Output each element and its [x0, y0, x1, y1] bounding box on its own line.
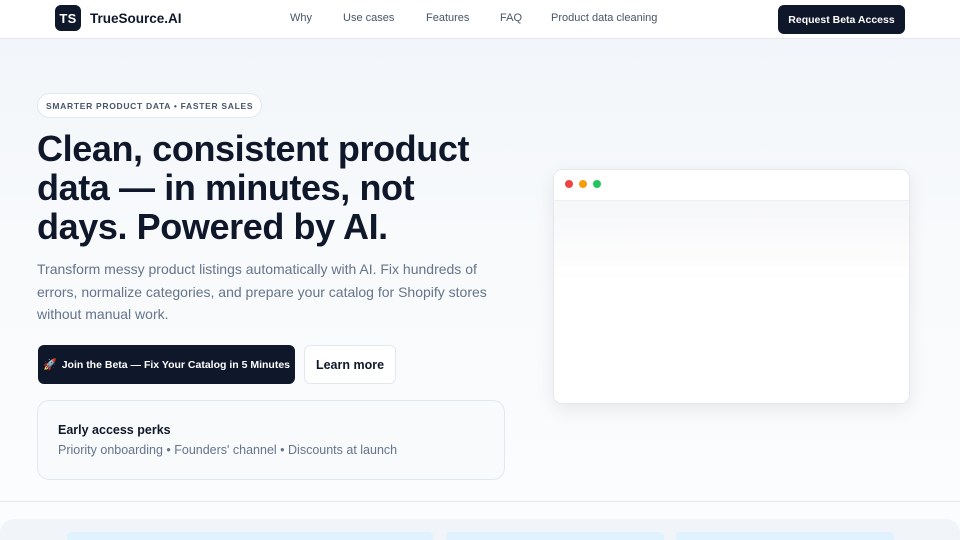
- feature-card: [446, 532, 664, 540]
- hero-badge: SMARTER PRODUCT DATA • FASTER SALES: [37, 93, 263, 118]
- browser-mockup: [553, 169, 910, 404]
- window-maximize-dot: [593, 180, 601, 188]
- hero-title-line: data — in minutes, not: [37, 167, 415, 208]
- join-beta-label: Join the Beta — Fix Your Catalog in 5 Mi…: [61, 358, 290, 371]
- section-divider: [0, 501, 960, 502]
- nav-link-use-cases[interactable]: Use cases: [343, 12, 394, 24]
- learn-more-button[interactable]: Learn more: [304, 345, 396, 384]
- window-minimize-dot: [579, 180, 587, 188]
- browser-title-bar: [554, 170, 909, 201]
- hero-subtitle: Transform messy product listings automat…: [37, 261, 487, 322]
- nav-link-product-data-cleaning[interactable]: Product data cleaning: [551, 12, 657, 24]
- rocket-icon: 🚀: [42, 359, 57, 371]
- nav-link-features[interactable]: Features: [426, 12, 469, 24]
- hero-title-line: Clean, consistent product: [37, 128, 470, 169]
- feature-card: [676, 532, 894, 540]
- hero-title-line: days. Powered by AI.: [37, 206, 388, 247]
- nav-link-faq[interactable]: FAQ: [500, 12, 522, 24]
- join-beta-button[interactable]: 🚀 Join the Beta — Fix Your Catalog in 5 …: [38, 345, 295, 384]
- top-navbar: TS TrueSource.AI Why Use cases Features …: [0, 0, 960, 39]
- nav-link-why[interactable]: Why: [290, 12, 312, 24]
- early-access-perks-card: Early access perks Priority onboarding •…: [37, 400, 505, 480]
- browser-content-area: [554, 201, 909, 403]
- window-close-dot: [565, 180, 573, 188]
- feature-card: [67, 532, 433, 540]
- hero-title: Clean, consistent product data — in minu…: [37, 129, 527, 246]
- perks-title: Early access perks: [58, 423, 171, 437]
- request-beta-access-button[interactable]: Request Beta Access: [778, 5, 905, 34]
- perks-list: Priority onboarding • Founders' channel …: [58, 443, 398, 457]
